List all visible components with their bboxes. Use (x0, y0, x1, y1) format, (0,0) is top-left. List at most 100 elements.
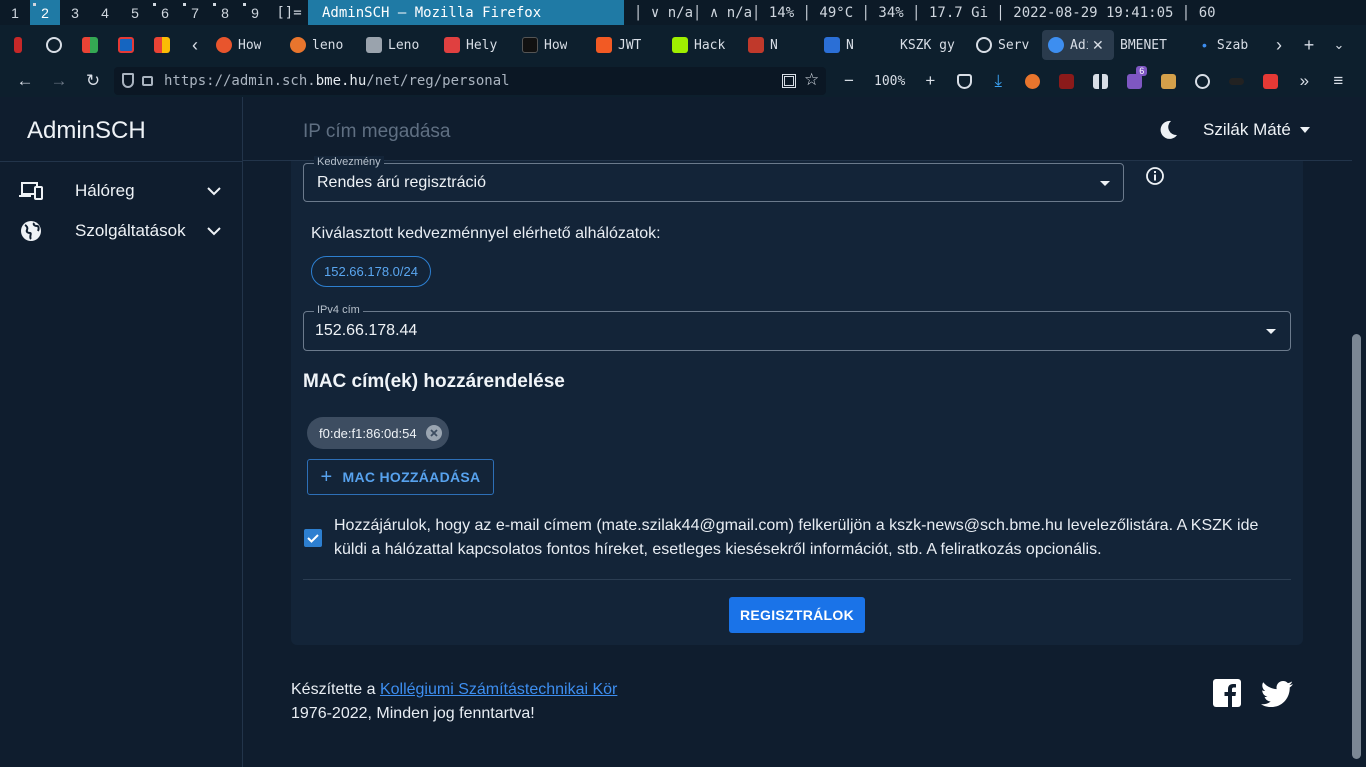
pocket-button[interactable] (947, 65, 981, 97)
twitter-icon[interactable] (1261, 681, 1293, 707)
address-bar[interactable]: https://admin.sch.bme.hu/net/reg/persona… (114, 67, 826, 95)
toolbar-right: − 100% + ⤓ 6 » ≡ (832, 65, 1355, 97)
info-icon[interactable] (1144, 165, 1166, 187)
mac-address-chip: f0:de:f1:86:0d:54 (307, 417, 449, 449)
workspace-2[interactable]: 2 (30, 0, 60, 25)
zoom-in-button[interactable]: + (913, 65, 947, 97)
layout-indicator[interactable]: []= (270, 5, 308, 21)
subnet-chip[interactable]: 152.66.178.0/24 (311, 256, 431, 287)
pinned-tab-gmail-1[interactable] (72, 25, 108, 65)
ipv4-select[interactable]: IPv4 cím 152.66.178.44 (303, 304, 1291, 351)
chevron-right-icon: › (1276, 34, 1282, 55)
workspace-1[interactable]: 1 (0, 0, 30, 25)
gmail-icon (154, 37, 170, 53)
tabs-scroll-left-button[interactable]: ‹ (180, 25, 210, 65)
tab-12-active[interactable]: Adı✕ (1042, 30, 1114, 60)
tab-2[interactable]: leno (284, 25, 360, 65)
consent-text[interactable]: Hozzájárulok, hogy az e-mail címem (mate… (334, 514, 1284, 562)
user-menu[interactable]: Szilák Máté (1203, 120, 1291, 140)
add-mac-button[interactable]: + MAC HOZZÁADÁSA (307, 459, 494, 495)
ublock-button[interactable] (1049, 65, 1083, 97)
new-tab-button[interactable]: + (1294, 25, 1324, 65)
workspace-occupied-mark (243, 3, 246, 6)
reload-button[interactable]: ↻ (76, 65, 110, 97)
pinned-site-icon (14, 37, 22, 53)
downloads-button[interactable]: ⤓ (981, 65, 1015, 97)
cat-icon (1262, 73, 1278, 89)
dark-mode-toggle[interactable] (1156, 118, 1180, 142)
ipv4-value: 152.66.178.44 (315, 322, 418, 339)
extension-helper-button[interactable] (1151, 65, 1185, 97)
tab-label: Serv (998, 37, 1030, 53)
tab-4[interactable]: Hely (438, 25, 516, 65)
add-mac-label: MAC HOZZÁADÁSA (342, 469, 481, 485)
site-favicon-icon (366, 37, 382, 53)
tab-14[interactable]: • Szab (1192, 25, 1264, 65)
remove-mac-icon[interactable] (425, 424, 443, 442)
close-icon[interactable]: ✕ (1092, 37, 1104, 54)
workspace-6[interactable]: 6 (150, 0, 180, 25)
facebook-icon[interactable] (1213, 679, 1241, 707)
workspace-label: 2 (41, 4, 49, 21)
sidebar-item-szolgaltatasok[interactable]: Szolgáltatások (0, 211, 243, 251)
consent-checkbox[interactable] (304, 529, 322, 547)
scrollbar[interactable] (1352, 97, 1366, 767)
tab-6[interactable]: JWT (590, 25, 666, 65)
tab-3[interactable]: Leno (360, 25, 438, 65)
discount-select[interactable]: Kedvezmény Rendes árú regisztráció (303, 156, 1124, 202)
hat-icon (1228, 77, 1244, 85)
double-chevron-right-icon: » (1299, 71, 1310, 90)
workspace-9[interactable]: 9 (240, 0, 270, 25)
menu-button[interactable]: ≡ (1321, 65, 1355, 97)
tab-label: Hack (694, 37, 726, 53)
list-all-tabs-button[interactable]: ⌄ (1324, 25, 1354, 65)
tab-5[interactable]: How (516, 25, 590, 65)
tab-7[interactable]: Hack (666, 25, 742, 65)
pinned-tab-gmail-2[interactable] (144, 25, 180, 65)
tab-13[interactable]: BMENET (1114, 25, 1192, 65)
register-button[interactable]: REGISZTRÁLOK (729, 597, 865, 633)
fox-icon (1024, 73, 1040, 89)
caret-down-icon[interactable] (1298, 123, 1312, 137)
ipv4-label: IPv4 cím (314, 304, 363, 316)
workspace-label: 9 (251, 4, 259, 21)
discount-label: Kedvezmény (314, 156, 384, 168)
tabs-scroll-right-button[interactable]: › (1264, 25, 1294, 65)
forward-button[interactable]: → (42, 65, 76, 97)
extension-grid-button[interactable] (1083, 65, 1117, 97)
back-button[interactable]: ← (8, 65, 42, 97)
brand-title[interactable]: AdminSCH (27, 117, 146, 145)
extension-fox-button[interactable] (1015, 65, 1049, 97)
zoom-level[interactable]: 100% (866, 74, 913, 89)
scrollbar-thumb[interactable] (1352, 334, 1361, 759)
tab-11[interactable]: Serv (970, 25, 1042, 65)
extension-cat-button[interactable] (1253, 65, 1287, 97)
grid-icon (1092, 73, 1108, 89)
pinned-tab-2[interactable] (36, 25, 72, 65)
site-favicon-icon (216, 37, 232, 53)
kszk-link[interactable]: Kollégiumi Számítástechnikai Kör (380, 681, 617, 698)
qr-code-icon[interactable] (782, 74, 796, 88)
chevron-left-icon: ‹ (192, 34, 198, 55)
tab-label: N (846, 37, 854, 53)
cookie-button[interactable] (1185, 65, 1219, 97)
more-tools-button[interactable]: » (1287, 65, 1321, 97)
star-icon[interactable]: ☆ (804, 70, 819, 90)
tab-9[interactable]: N (818, 25, 894, 65)
pinned-tab-4[interactable] (108, 25, 144, 65)
workspace-7[interactable]: 7 (180, 0, 210, 25)
sidebar-item-haloreg[interactable]: Hálóreg (0, 171, 243, 211)
tab-8[interactable]: N (742, 25, 818, 65)
tab-10[interactable]: KSZK gy (894, 25, 970, 65)
workspace-4[interactable]: 4 (90, 0, 120, 25)
tab-1[interactable]: How (210, 25, 284, 65)
discount-value: Rendes árú regisztráció (317, 174, 486, 191)
zoom-out-button[interactable]: − (832, 65, 866, 97)
extension-hat-button[interactable] (1219, 65, 1253, 97)
extension-badge-button[interactable]: 6 (1117, 65, 1151, 97)
workspace-8[interactable]: 8 (210, 0, 240, 25)
pinned-tab-1[interactable] (0, 25, 36, 65)
workspace-5[interactable]: 5 (120, 0, 150, 25)
workspace-3[interactable]: 3 (60, 0, 90, 25)
devices-icon (19, 180, 43, 202)
